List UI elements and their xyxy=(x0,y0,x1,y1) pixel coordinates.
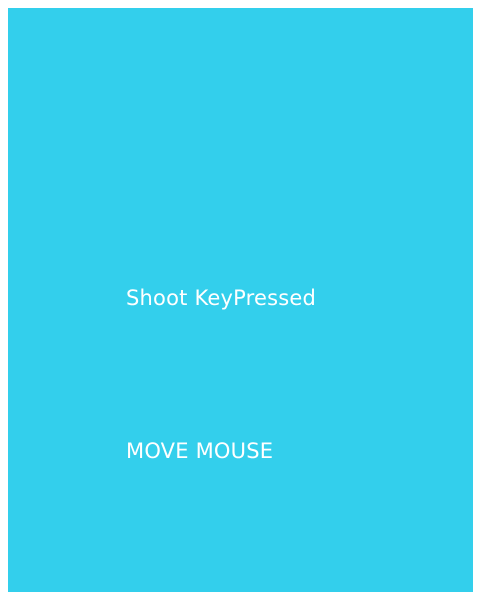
game-stage[interactable]: Shoot KeyPressed MOVE MOUSE xyxy=(8,8,473,592)
status-text: Shoot KeyPressed xyxy=(126,286,317,310)
instruction-text: MOVE MOUSE xyxy=(126,439,274,463)
